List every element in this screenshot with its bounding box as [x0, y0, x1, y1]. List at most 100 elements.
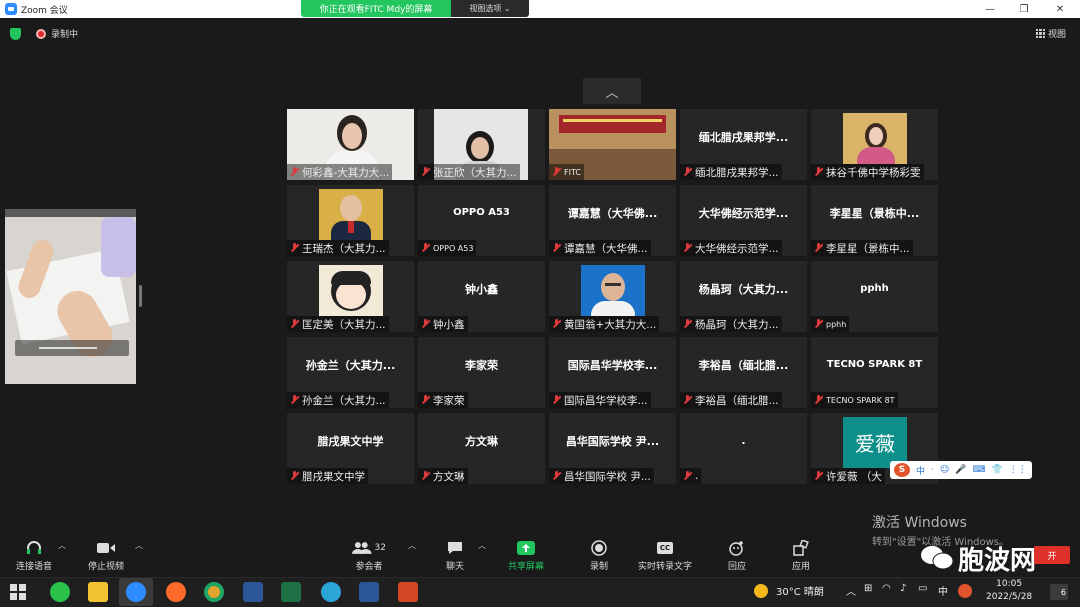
- participant-name: 李裕昌（缅北腊...: [695, 394, 779, 407]
- participant-tile[interactable]: 杨晶珂（大其力... 杨晶珂（大其力...: [680, 261, 807, 332]
- reactions-button[interactable]: 回应: [726, 539, 748, 573]
- participants-menu-caret[interactable]: ︿: [408, 540, 416, 551]
- participant-tile[interactable]: ..: [680, 413, 807, 484]
- wifi-icon[interactable]: ◠: [882, 583, 891, 594]
- chat-button[interactable]: 聊天: [444, 539, 466, 573]
- participant-tile[interactable]: 昌华国际学校 尹... 昌华国际学校 尹...: [549, 413, 676, 484]
- excel-icon[interactable]: [281, 582, 301, 602]
- zoom-app-icon[interactable]: [126, 582, 146, 602]
- stop-video-button[interactable]: 停止视频: [88, 539, 124, 573]
- muted-mic-icon: [290, 395, 299, 405]
- closed-caption-icon: CC: [654, 539, 676, 557]
- share-screen-button[interactable]: 共享屏幕: [508, 539, 544, 573]
- video-controls[interactable]: [15, 340, 129, 356]
- participant-tile[interactable]: 李星星（景栋中... 李星星（景栋中...: [811, 185, 938, 256]
- notifications-button[interactable]: 6: [1050, 584, 1068, 600]
- word-doc-icon[interactable]: [359, 582, 379, 602]
- ime-skin-icon[interactable]: 👕: [992, 465, 1003, 475]
- ime-mode-chinese[interactable]: 中: [916, 464, 925, 477]
- weather-text[interactable]: 30°C 晴朗: [776, 583, 824, 598]
- ime-toolbar[interactable]: S 中 · ☺ 🎤 ⌨ 👕 ⋮⋮: [890, 461, 1032, 479]
- participant-display-name: 钟小鑫: [465, 282, 498, 296]
- join-audio-button[interactable]: 连接语音: [16, 539, 52, 573]
- ime-keyboard-icon[interactable]: ⌨: [973, 465, 986, 475]
- muted-mic-icon: [290, 319, 299, 329]
- participant-display-name: 腊戌果文中学: [317, 434, 384, 448]
- ime-punctuation[interactable]: ·: [931, 465, 934, 475]
- recording-label[interactable]: 录制中: [51, 27, 78, 40]
- word-icon[interactable]: [243, 582, 263, 602]
- participant-display-name: .: [741, 434, 746, 447]
- sogou-ime-icon[interactable]: S: [894, 463, 910, 477]
- participant-name: 何彩鑫-大其力大...: [302, 166, 390, 179]
- powerpoint-icon[interactable]: [398, 582, 418, 602]
- participant-tile[interactable]: 黄国翁+大其力大...: [549, 261, 676, 332]
- participant-tile[interactable]: TECNO SPARK 8T TECNO SPARK 8T: [811, 337, 938, 408]
- participants-button[interactable]: 32 参会者: [352, 539, 386, 573]
- tray-app-icon[interactable]: ⊞: [864, 583, 872, 594]
- participant-photo: [319, 189, 383, 240]
- video-camera-icon: [95, 539, 117, 557]
- chat-menu-caret[interactable]: ︿: [478, 540, 486, 551]
- participant-tile[interactable]: 王瑞杰（大其力...: [287, 185, 414, 256]
- open-button[interactable]: 开: [1034, 546, 1070, 564]
- participant-tile[interactable]: 李裕昌（缅北腊... 李裕昌（缅北腊...: [680, 337, 807, 408]
- participant-tile[interactable]: 何彩鑫-大其力大...: [287, 109, 414, 180]
- participant-tile[interactable]: 孙金兰（大其力... 孙金兰（大其力...: [287, 337, 414, 408]
- participant-name-bar: 国际昌华学校李...: [549, 392, 651, 408]
- ime-voice-icon[interactable]: 🎤: [955, 465, 966, 475]
- participant-name: 钟小鑫: [433, 318, 465, 331]
- participant-tile[interactable]: 匡定美（大其力...: [287, 261, 414, 332]
- audio-menu-caret[interactable]: ︿: [58, 540, 66, 551]
- ime-language-indicator[interactable]: 中: [938, 583, 948, 598]
- ime-emoji-icon[interactable]: ☺: [940, 465, 949, 475]
- participant-tile[interactable]: 抹谷千佛中学杨彩雯: [811, 109, 938, 180]
- participant-tile[interactable]: 谭嘉慧（大华佛... 谭嘉慧（大华佛...: [549, 185, 676, 256]
- participant-display-name: 李裕昌（缅北腊...: [698, 358, 789, 372]
- tray-chevron-icon[interactable]: ︿: [846, 583, 856, 598]
- maximize-button[interactable]: ❐: [1010, 0, 1038, 18]
- collapse-gallery-button[interactable]: ︿: [583, 78, 641, 104]
- participant-tile[interactable]: 国际昌华学校李... 国际昌华学校李...: [549, 337, 676, 408]
- firefox-icon[interactable]: [166, 582, 186, 602]
- participant-name: pphh: [826, 319, 847, 329]
- panel-resize-handle[interactable]: [139, 285, 142, 307]
- clock[interactable]: 10:05 2022/5/28: [986, 578, 1032, 604]
- edge-icon[interactable]: [321, 582, 341, 602]
- file-explorer-icon[interactable]: [88, 582, 108, 602]
- chrome-icon[interactable]: [204, 582, 224, 602]
- participant-tile[interactable]: 缅北腊戌果邦学... 缅北腊戌果邦学...: [680, 109, 807, 180]
- battery-icon[interactable]: ▭: [918, 583, 927, 594]
- sogou-tray-icon[interactable]: [958, 584, 972, 598]
- apps-button[interactable]: 应用: [790, 539, 812, 573]
- close-button[interactable]: ✕: [1046, 0, 1074, 18]
- participant-name: 昌华国际学校 尹...: [564, 470, 651, 483]
- record-button[interactable]: 录制: [588, 539, 610, 573]
- participant-tile[interactable]: 钟小鑫 钟小鑫: [418, 261, 545, 332]
- avatar-text: 爱薇: [855, 432, 895, 456]
- participant-name-bar: 孙金兰（大其力...: [287, 392, 389, 408]
- video-menu-caret[interactable]: ︿: [135, 540, 143, 551]
- view-options-button[interactable]: 视图选项 ⌄: [451, 0, 529, 17]
- wechat-icon[interactable]: [50, 582, 70, 602]
- participant-tile[interactable]: 腊戌果文中学 腊戌果文中学: [287, 413, 414, 484]
- security-shield-icon[interactable]: [10, 28, 21, 40]
- minimize-button[interactable]: —: [976, 0, 1004, 18]
- shared-video-thumbnail[interactable]: [5, 209, 136, 384]
- view-button[interactable]: 视图: [1036, 27, 1066, 40]
- participant-name-bar: .: [680, 468, 702, 484]
- participant-tile[interactable]: 张正欣（大其力...: [418, 109, 545, 180]
- live-transcript-button[interactable]: CC 实时转录文字: [638, 539, 692, 573]
- ime-menu-icon[interactable]: ⋮⋮: [1009, 465, 1027, 475]
- participant-tile[interactable]: 李家荣 李家荣: [418, 337, 545, 408]
- participant-tile[interactable]: FITC: [549, 109, 676, 180]
- participant-tile[interactable]: OPPO A53 OPPO A53: [418, 185, 545, 256]
- windows-start-icon[interactable]: [10, 584, 26, 600]
- participant-tile[interactable]: pphh pphh: [811, 261, 938, 332]
- apps-icon: [790, 539, 812, 557]
- participant-name: 方文琳: [433, 470, 465, 483]
- participant-tile[interactable]: 大华佛经示范学... 大华佛经示范学...: [680, 185, 807, 256]
- participant-tile[interactable]: 方文琳 方文琳: [418, 413, 545, 484]
- participant-name-bar: 谭嘉慧（大华佛...: [549, 240, 651, 256]
- volume-icon[interactable]: ♪: [900, 583, 906, 594]
